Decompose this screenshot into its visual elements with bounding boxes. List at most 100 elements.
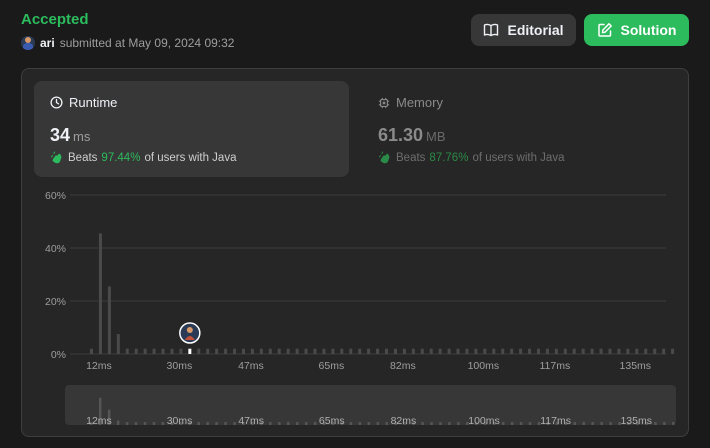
x-tick-label: 117ms: [539, 360, 570, 372]
navigator-tick-label: 135ms: [620, 415, 652, 427]
navigator-tick-label: 82ms: [391, 415, 417, 427]
bar: [501, 348, 505, 354]
bar: [268, 348, 272, 354]
navigator-bar: [654, 422, 657, 425]
bar: [662, 348, 666, 354]
bar: [483, 348, 487, 354]
navigator-tick-label: 47ms: [238, 415, 264, 427]
bar: [358, 348, 362, 354]
submitted-time: submitted at May 09, 2024 09:32: [59, 36, 235, 50]
bar: [125, 348, 129, 354]
bar: [107, 286, 111, 354]
bar: [420, 348, 424, 354]
bar: [170, 348, 174, 354]
bar: [465, 348, 469, 354]
x-tick-label: 100ms: [468, 360, 500, 372]
bar: [98, 233, 102, 354]
bar: [152, 348, 156, 354]
bar: [653, 348, 657, 354]
navigator-bar: [197, 422, 200, 425]
bar: [617, 348, 621, 354]
navigator-bar: [501, 422, 505, 425]
bar: [241, 348, 245, 354]
bar: [519, 348, 523, 354]
navigator-bar: [672, 422, 675, 425]
navigator-tick-label: 12ms: [86, 415, 112, 427]
navigator-bar: [376, 422, 380, 425]
navigator-bar: [582, 422, 585, 425]
x-tick-label: 135ms: [620, 360, 652, 372]
x-tick-label: 30ms: [167, 360, 193, 372]
solution-label: Solution: [620, 22, 677, 38]
navigator-bar: [358, 422, 362, 425]
navigator-bar: [439, 422, 442, 425]
bar: [304, 348, 308, 354]
navigator-bar: [304, 422, 308, 425]
bar: [590, 348, 594, 354]
bar: [367, 348, 371, 354]
bar: [259, 348, 263, 354]
navigator-bar: [421, 422, 424, 425]
bar: [474, 348, 478, 354]
bar: [510, 348, 514, 354]
bar: [179, 348, 183, 354]
navigator-bar: [134, 422, 138, 425]
bar: [447, 348, 451, 354]
bar: [492, 348, 496, 354]
bar: [438, 348, 442, 354]
book-icon: [484, 23, 499, 37]
user-avatar[interactable]: [21, 36, 35, 50]
bar: [224, 348, 228, 354]
bar: [385, 348, 388, 354]
bar: [554, 348, 558, 354]
navigator-tick-label: 100ms: [468, 415, 500, 427]
navigator-bar: [125, 422, 129, 425]
navigator-bar: [143, 422, 147, 425]
bar: [116, 334, 120, 354]
navigator-bar: [591, 422, 594, 425]
bar: [161, 348, 165, 354]
navigator-bar: [233, 422, 236, 425]
navigator-bar: [161, 422, 165, 425]
navigator-bar: [510, 422, 514, 425]
solution-button[interactable]: Solution: [584, 14, 689, 46]
x-tick-label: 12ms: [86, 360, 112, 372]
bar: [635, 348, 639, 354]
y-tick-label: 40%: [45, 243, 66, 255]
bar: [134, 348, 138, 354]
bar: [143, 348, 147, 354]
bar: [277, 348, 281, 354]
submission-info: ari submitted at May 09, 2024 09:32: [21, 36, 234, 50]
bar: [250, 348, 254, 354]
navigator-bar: [313, 422, 317, 425]
y-tick-label: 20%: [45, 296, 66, 308]
navigator-bar: [663, 422, 666, 425]
bar: [197, 348, 201, 354]
x-tick-label: 65ms: [319, 360, 345, 372]
navigator-bar: [206, 422, 209, 425]
avatar-head: [186, 327, 193, 333]
username[interactable]: ari: [40, 36, 55, 50]
bar: [563, 348, 567, 354]
edit-icon: [597, 23, 612, 37]
bar: [215, 348, 219, 354]
status-accepted: Accepted: [21, 11, 89, 28]
x-tick-label: 82ms: [390, 360, 416, 372]
bar: [644, 348, 648, 354]
bar: [456, 348, 460, 354]
bar: [286, 348, 290, 354]
runtime-distribution-chart[interactable]: 0% 20% 40% 60% 12ms 30ms 47ms 65ms 82ms 100ms 117m…: [22, 69, 690, 438]
editorial-button[interactable]: Editorial: [471, 14, 576, 46]
bar: [545, 348, 549, 354]
navigator-bar: [152, 422, 156, 425]
navigator-bar: [457, 422, 460, 425]
navigator-bar: [116, 420, 120, 425]
bar: [671, 348, 675, 354]
bar: [340, 348, 344, 354]
navigator-bar: [573, 422, 577, 425]
navigator-bar: [519, 422, 523, 425]
bar: [411, 348, 415, 354]
y-tick-label: 0%: [51, 349, 66, 361]
bar: [322, 348, 326, 354]
bar: [233, 348, 237, 354]
